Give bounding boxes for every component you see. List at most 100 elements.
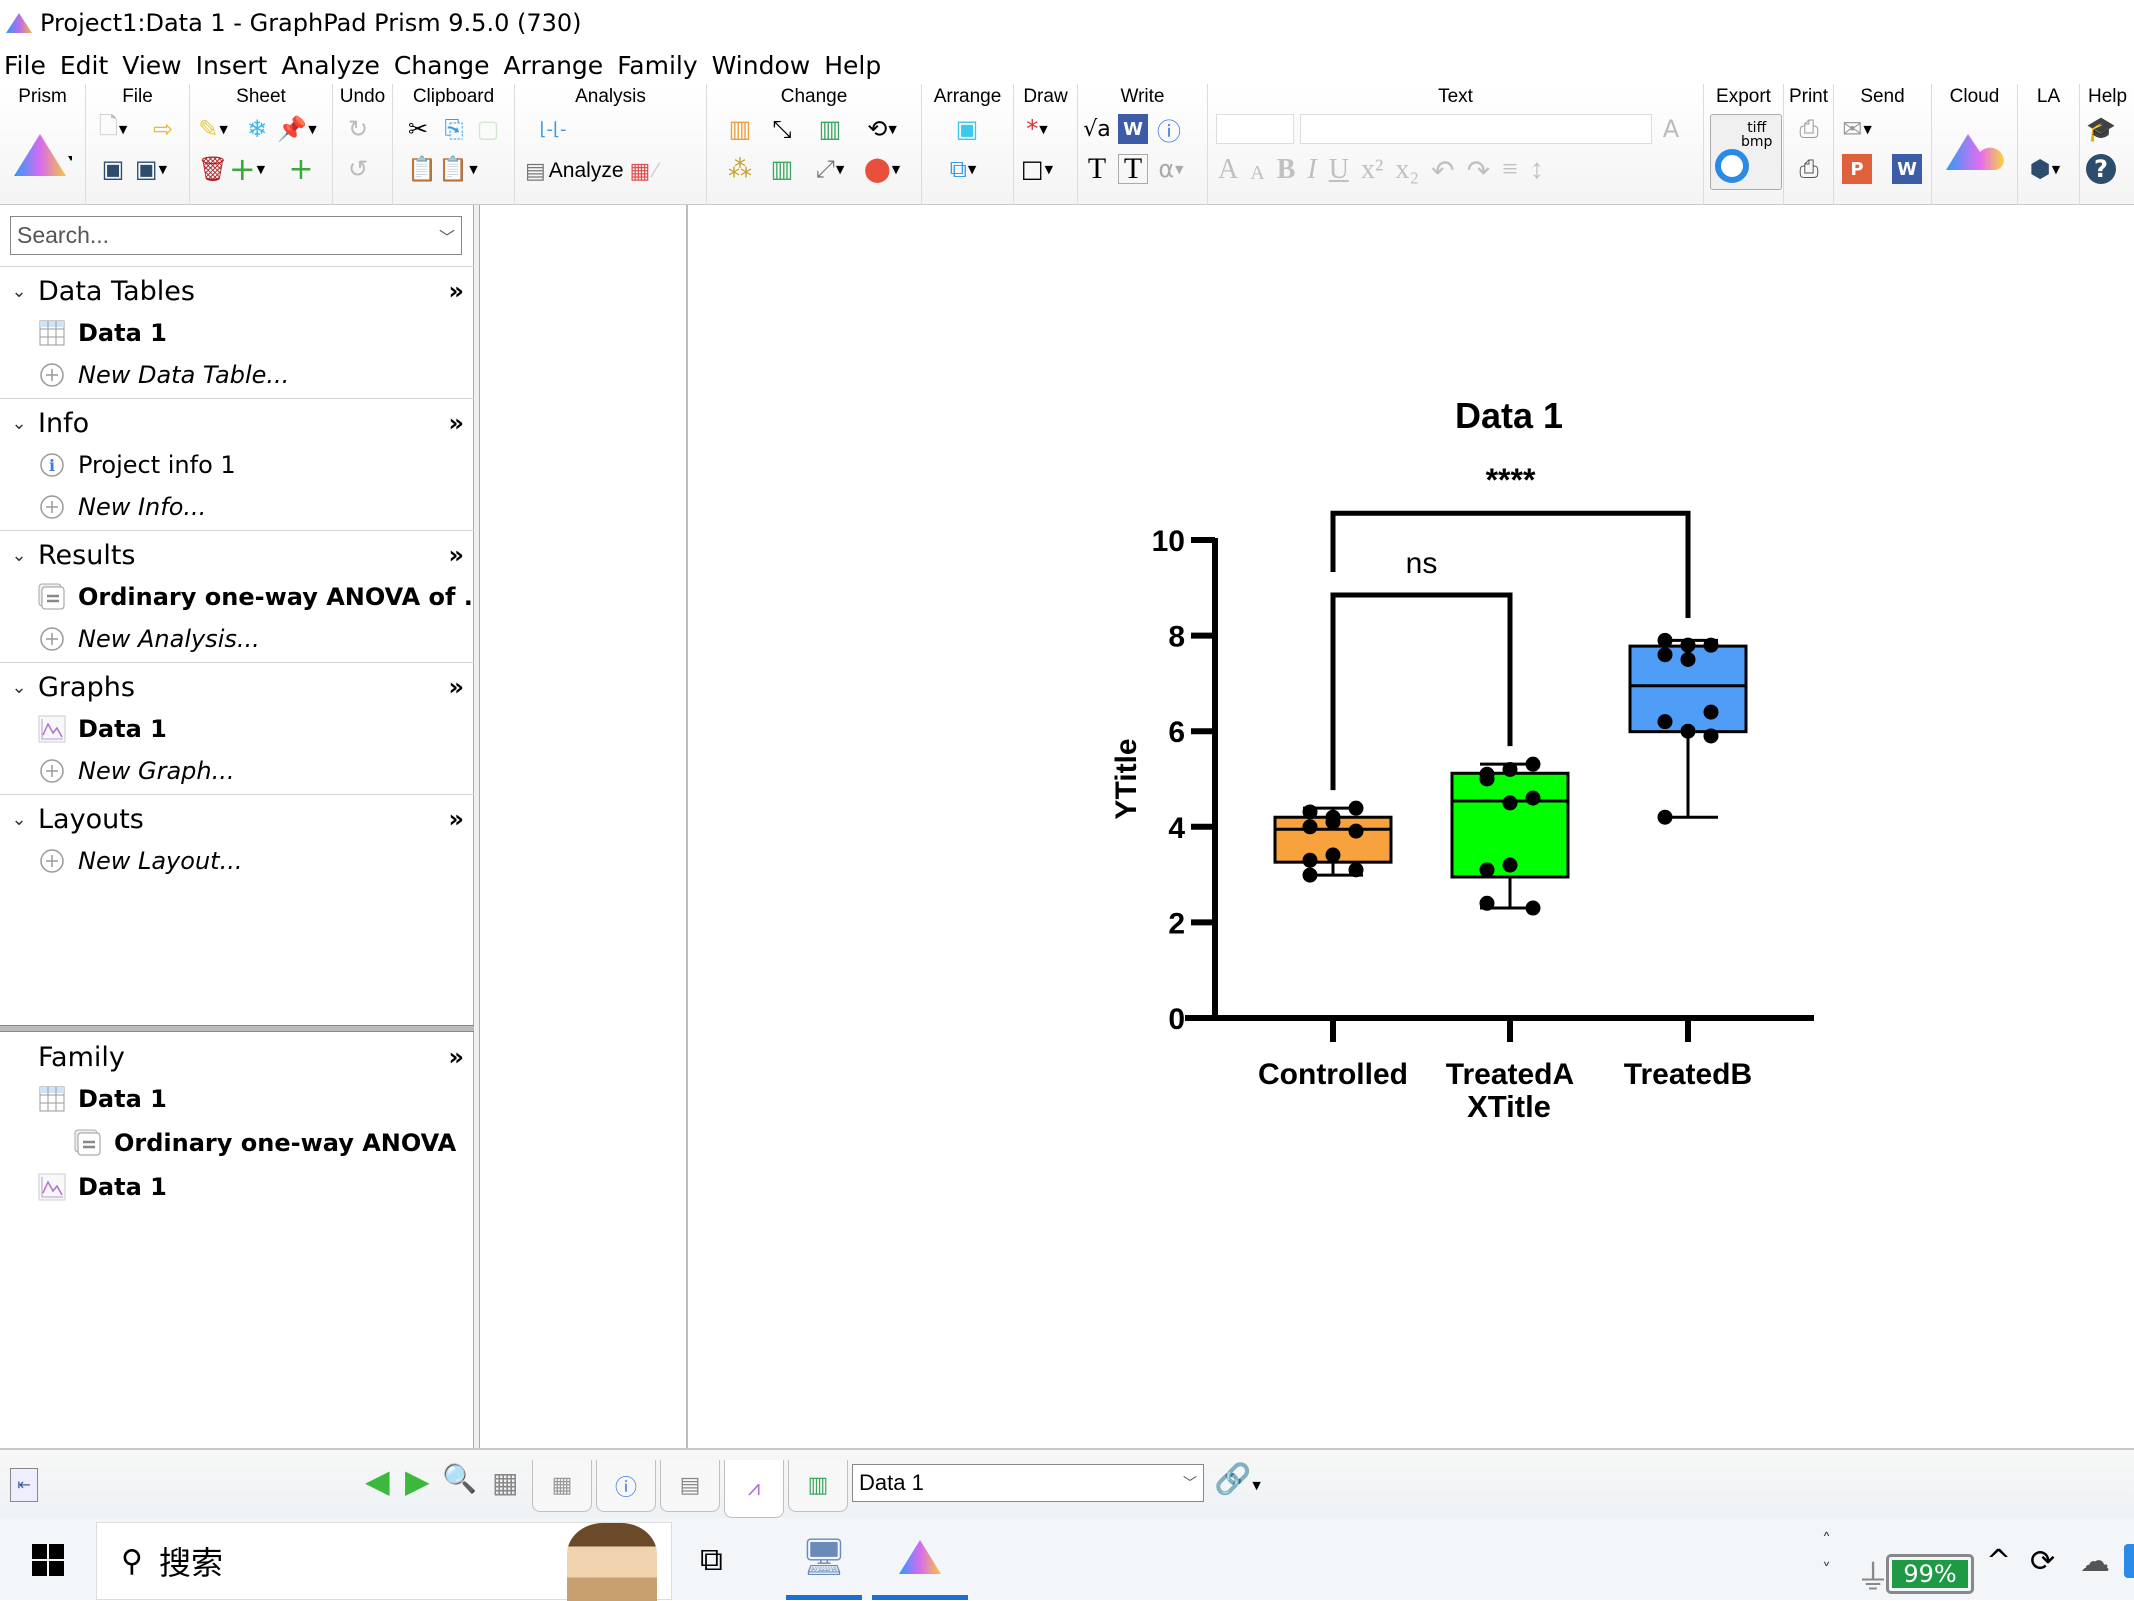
subscript-icon[interactable]: x₂: [1395, 154, 1419, 188]
draw-line-icon[interactable]: * ▼: [1022, 114, 1052, 144]
nav-item-project-info[interactable]: i Project info 1: [38, 444, 236, 486]
graph-type-icon[interactable]: ▥: [725, 114, 755, 144]
chevron-down-icon[interactable]: ⌄: [0, 281, 38, 302]
menu-edit[interactable]: Edit: [60, 51, 108, 80]
more-icon[interactable]: »: [448, 805, 464, 833]
grow-font-icon[interactable]: A: [1218, 154, 1238, 188]
nav-item-new-layout[interactable]: New Layout...: [38, 840, 242, 882]
print-preview-icon[interactable]: ⎙: [1794, 154, 1824, 184]
taskbar-app-monitor[interactable]: 🖥: [786, 1518, 862, 1600]
section-info[interactable]: ⌄ Info »: [0, 401, 474, 445]
cut-icon[interactable]: ✂: [403, 114, 433, 144]
add-data-icon[interactable]: ▥: [767, 154, 797, 184]
color-scheme-icon[interactable]: ⬤ ▼: [864, 154, 900, 184]
windows-start-icon[interactable]: [32, 1544, 64, 1576]
nav-item-data-table[interactable]: Data 1: [38, 312, 167, 354]
link-icon[interactable]: 🔗▼: [1214, 1462, 1261, 1497]
section-results[interactable]: ⌄ Results »: [0, 533, 474, 577]
freeze-icon[interactable]: ❄: [242, 114, 272, 144]
undo-icon[interactable]: ↺: [343, 154, 373, 184]
task-view-icon[interactable]: ⧉: [700, 1540, 723, 1579]
tab-layouts[interactable]: ▥: [788, 1460, 848, 1512]
more-icon[interactable]: »: [448, 277, 464, 305]
battery-indicator[interactable]: 99%: [1886, 1554, 1974, 1594]
more-icon[interactable]: »: [448, 673, 464, 701]
sheet-select[interactable]: Data 1 ﹀: [852, 1464, 1204, 1502]
align-text-icon[interactable]: ≡: [1502, 154, 1518, 188]
section-graphs[interactable]: ⌄ Graphs »: [0, 665, 474, 709]
powerpoint-icon[interactable]: P: [1842, 154, 1872, 184]
font-name-select[interactable]: [1300, 114, 1652, 144]
font-size-select[interactable]: [1216, 114, 1294, 144]
scroll-arrows-icon[interactable]: ˄ ˅: [1822, 1526, 1831, 1586]
nav-item-new-graph[interactable]: New Graph...: [38, 750, 234, 792]
family-item-anova[interactable]: Ordinary one-way ANOVA: [74, 1122, 456, 1164]
family-item-data-table[interactable]: Data 1: [38, 1078, 167, 1120]
word-icon[interactable]: W: [1892, 154, 1922, 184]
tab-info[interactable]: ⓘ: [596, 1460, 656, 1512]
zoom-sheet-icon[interactable]: 🔍: [442, 1462, 477, 1495]
paste-special-icon[interactable]: ▢: [473, 114, 503, 144]
italic-icon[interactable]: I: [1307, 154, 1316, 188]
paste-options-icon[interactable]: 📋 ▼: [438, 154, 477, 184]
next-sheet-icon[interactable]: ▶: [405, 1462, 430, 1500]
font-color-icon[interactable]: A: [1656, 114, 1686, 144]
notification-icon[interactable]: [2124, 1544, 2134, 1578]
chevron-down-icon[interactable]: ⌄: [0, 545, 38, 566]
sync-icon[interactable]: ⟳: [2030, 1544, 2055, 1579]
menu-analyze[interactable]: Analyze: [281, 51, 380, 80]
show-hidden-icons[interactable]: ^: [1986, 1544, 2011, 1579]
save-icon[interactable]: ▣: [98, 154, 128, 184]
highlight-icon[interactable]: ✎ ▼: [198, 114, 228, 144]
more-icon[interactable]: »: [448, 409, 464, 437]
word-object-icon[interactable]: W: [1118, 114, 1148, 144]
nav-item-new-info[interactable]: New Info...: [38, 486, 206, 528]
email-icon[interactable]: ✉ ▼: [1842, 114, 1872, 144]
previous-sheet-icon[interactable]: ◀: [365, 1462, 390, 1500]
menu-help[interactable]: Help: [824, 51, 881, 80]
menu-insert[interactable]: Insert: [196, 51, 268, 80]
search-input[interactable]: Search... ﹀: [10, 216, 462, 255]
gallery-icon[interactable]: ▦: [492, 1466, 518, 1499]
swap-data-icon[interactable]: ⟲ ▼: [867, 114, 897, 144]
nav-item-new-analysis[interactable]: New Analysis...: [38, 618, 260, 660]
rotate-right-icon[interactable]: ↷: [1467, 154, 1490, 188]
delete-sheet-icon[interactable]: 🗑: [198, 154, 228, 184]
copy-icon[interactable]: ⎘: [439, 114, 469, 144]
save-as-icon[interactable]: ▣ ▼: [135, 154, 167, 184]
menu-family[interactable]: Family: [617, 51, 697, 80]
taskbar-search[interactable]: ⚲ 搜索: [96, 1522, 672, 1601]
nav-item-graph-data[interactable]: Data 1: [38, 708, 167, 750]
new-file-icon[interactable]: 🗋 ▼: [98, 112, 128, 144]
menu-window[interactable]: Window: [712, 51, 811, 80]
underline-icon[interactable]: U: [1329, 154, 1349, 188]
export-button[interactable]: tiff bmp: [1710, 114, 1782, 190]
format-graph-icon[interactable]: ▥: [815, 114, 845, 144]
print-icon[interactable]: ⎙: [1794, 114, 1824, 144]
tab-results[interactable]: ▤: [660, 1460, 720, 1512]
bold-icon[interactable]: B: [1277, 154, 1296, 188]
prism-menu-icon[interactable]: [12, 130, 72, 180]
line-spacing-icon[interactable]: ↕: [1530, 154, 1544, 188]
paste-icon[interactable]: 📋: [407, 154, 437, 184]
la-cube-icon[interactable]: ⬢ ▼: [2030, 154, 2060, 184]
align-icon[interactable]: ▣: [952, 114, 982, 144]
pin-icon[interactable]: 📌 ▼: [277, 114, 316, 144]
family-item-graph[interactable]: Data 1: [38, 1166, 167, 1208]
family-splitter-handle[interactable]: [0, 1025, 474, 1032]
info-constant-icon[interactable]: ⓘ: [1154, 114, 1184, 146]
menu-view[interactable]: View: [122, 51, 181, 80]
menu-file[interactable]: File: [4, 51, 46, 80]
magic-icon[interactable]: ⁂: [725, 154, 755, 184]
menu-arrange[interactable]: Arrange: [504, 51, 604, 80]
add-sheet-icon[interactable]: + ▼: [229, 150, 265, 188]
text-box-icon[interactable]: T: [1118, 152, 1148, 185]
redo-icon[interactable]: ↻: [343, 114, 373, 144]
menu-change[interactable]: Change: [394, 51, 490, 80]
chevron-down-icon[interactable]: ⌄: [0, 809, 38, 830]
analysis-params-icon[interactable]: ⌊-⌊-: [523, 114, 583, 144]
navigator-splitter[interactable]: [474, 205, 480, 1448]
tab-data-tables[interactable]: ▦: [532, 1460, 592, 1512]
equation-icon[interactable]: √a: [1082, 114, 1112, 144]
onedrive-icon[interactable]: ☁: [2080, 1544, 2110, 1579]
